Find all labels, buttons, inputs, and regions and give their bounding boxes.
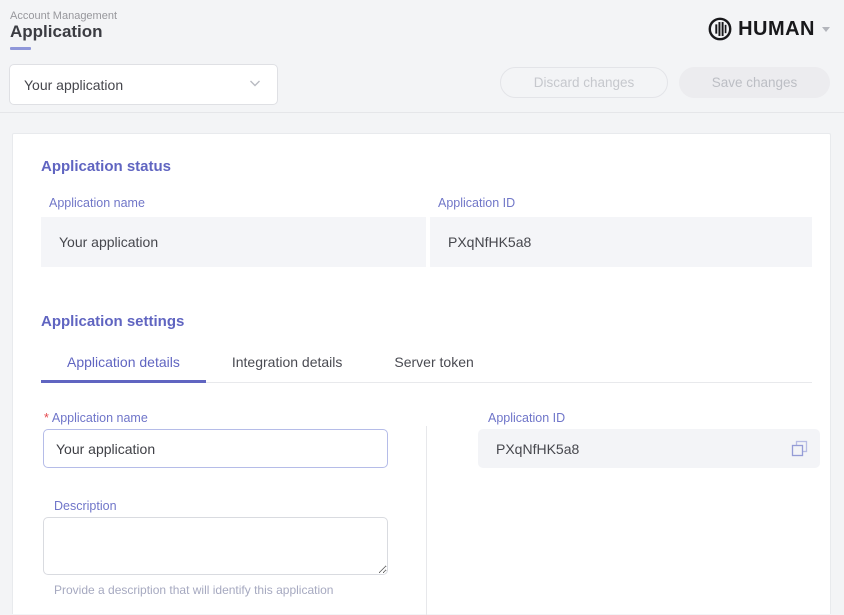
table-cell-application-name: Your application xyxy=(41,217,426,267)
description-label: Description xyxy=(54,499,117,513)
application-id-field-value: PXqNfHK5a8 xyxy=(496,441,579,457)
tab-integration-details[interactable]: Integration details xyxy=(206,346,369,383)
toolbar-divider xyxy=(0,112,844,113)
application-id-label: Application ID xyxy=(488,411,565,425)
application-id-value: PXqNfHK5a8 xyxy=(448,234,531,250)
application-name-label-text: Application name xyxy=(52,411,148,425)
application-id-field: PXqNfHK5a8 xyxy=(478,429,820,468)
description-helper-text: Provide a description that will identify… xyxy=(54,583,333,597)
main-card: Application status Application name Appl… xyxy=(12,133,831,614)
form-column-divider xyxy=(426,426,427,615)
column-header-application-id: Application ID xyxy=(438,196,515,210)
brand-name: HUMAN xyxy=(738,18,815,41)
application-name-label: *Application name xyxy=(44,411,148,425)
application-selector-value: Your application xyxy=(24,77,123,93)
tab-server-token[interactable]: Server token xyxy=(368,346,499,383)
application-selector[interactable]: Your application xyxy=(9,64,278,105)
settings-tabs: Application details Integration details … xyxy=(41,346,812,383)
chevron-down-icon xyxy=(822,27,830,32)
settings-section-title: Application settings xyxy=(41,313,184,330)
human-logo-icon xyxy=(707,16,733,42)
discard-changes-button[interactable]: Discard changes xyxy=(500,67,668,98)
application-name-input[interactable] xyxy=(43,429,388,468)
title-underline xyxy=(10,47,31,50)
tab-application-details[interactable]: Application details xyxy=(41,346,206,383)
copy-icon[interactable] xyxy=(791,440,808,457)
application-name-value: Your application xyxy=(59,234,158,250)
page-title: Application xyxy=(10,22,103,42)
breadcrumb: Account Management xyxy=(10,10,117,22)
chevron-down-icon xyxy=(247,75,263,94)
table-cell-application-id: PXqNfHK5a8 xyxy=(430,217,812,267)
required-asterisk: * xyxy=(44,411,49,425)
save-changes-button[interactable]: Save changes xyxy=(679,67,830,98)
status-section-title: Application status xyxy=(41,158,171,175)
account-menu[interactable]: HUMAN xyxy=(707,16,830,42)
description-textarea[interactable] xyxy=(43,517,388,575)
column-header-application-name: Application name xyxy=(49,196,145,210)
